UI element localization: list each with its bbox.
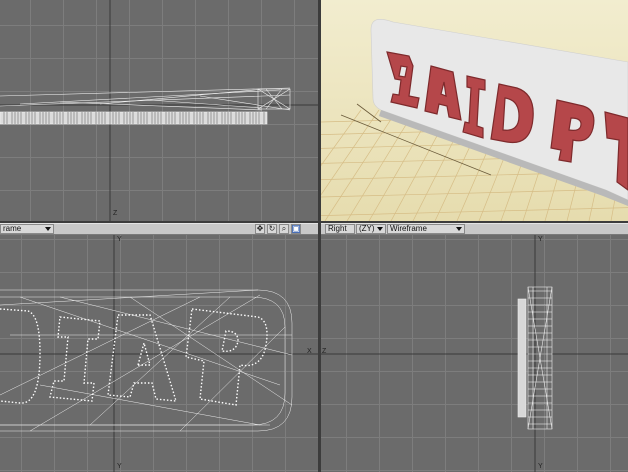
- viewport-header-right: Right (ZY) Wireframe: [321, 223, 628, 235]
- axis-label-z: Z: [322, 348, 327, 355]
- viewport-header-left: rame ✥ ↻ ⌕ ▣: [0, 223, 318, 235]
- zoom-view-icon[interactable]: ⌕: [279, 224, 289, 234]
- axis-label-y-top: Y: [538, 236, 543, 243]
- rotate-view-icon[interactable]: ↻: [267, 224, 277, 234]
- view-name-label: Right: [328, 224, 347, 233]
- view-mode-dropdown-left[interactable]: rame: [0, 224, 54, 234]
- letter-outlines: [0, 308, 268, 406]
- perspective-render: [321, 0, 628, 221]
- view-mode-dropdown-right[interactable]: Wireframe: [387, 224, 465, 234]
- view-mode-label: rame: [3, 224, 22, 233]
- wireframe-front-view: [0, 235, 318, 472]
- axis-label-z: Z: [113, 210, 118, 217]
- view-axes-label: (ZY): [359, 224, 375, 233]
- axis-label-y-top: Y: [117, 236, 122, 243]
- chevron-down-icon: [377, 227, 383, 231]
- axis-label-y-bottom: Y: [117, 463, 122, 470]
- axis-label-y-bottom: Y: [538, 463, 543, 470]
- view-mode-label: Wireframe: [390, 224, 427, 233]
- chevron-down-icon: [45, 227, 51, 231]
- viewport-right[interactable]: Y Y Z: [321, 235, 628, 472]
- axis-label-x: X: [307, 348, 312, 355]
- maximize-view-icon[interactable]: ▣: [291, 224, 301, 234]
- wireframe-right-view: [321, 235, 628, 472]
- chevron-down-icon: [456, 227, 462, 231]
- view-name-dropdown[interactable]: Right: [325, 224, 355, 234]
- view-axes-dropdown[interactable]: (ZY): [356, 224, 386, 234]
- move-view-icon[interactable]: ✥: [255, 224, 265, 234]
- viewport-perspective[interactable]: [321, 0, 628, 221]
- wireframe-side-profile: [0, 0, 318, 221]
- viewport-top-left[interactable]: Z: [0, 0, 318, 221]
- viewport-front[interactable]: Y Y X: [0, 235, 318, 472]
